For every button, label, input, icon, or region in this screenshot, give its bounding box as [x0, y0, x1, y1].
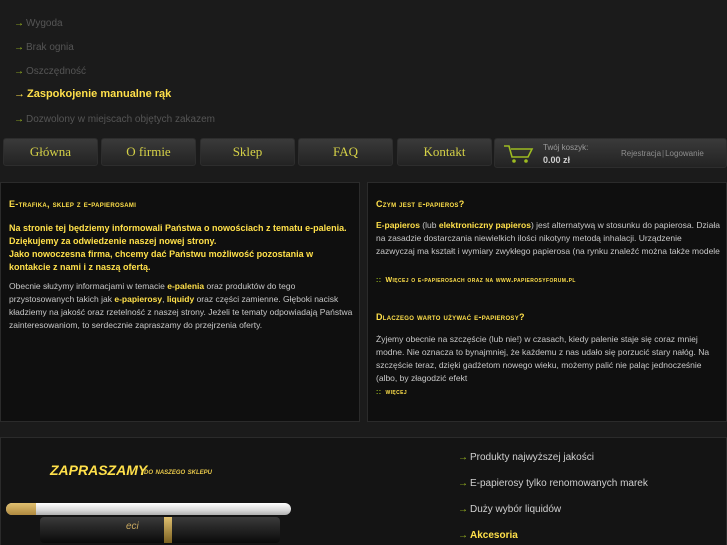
- intro-body-keyword: e-palenia: [167, 281, 205, 291]
- feature-item[interactable]: → Brak ognia: [14, 42, 74, 53]
- benefit-item[interactable]: → Akcesoria: [458, 530, 518, 541]
- intro-lead-2: Jako nowoczesna firma, chcemy dać Państw…: [9, 249, 314, 272]
- arrow-icon: →: [458, 504, 468, 515]
- nav-contact[interactable]: Kontakt: [397, 138, 492, 166]
- q1-keyword: elektroniczny papieros: [438, 220, 531, 230]
- arrow-icon: →: [14, 114, 24, 125]
- arrow-icon: →: [14, 88, 25, 100]
- arrow-icon: →: [14, 18, 24, 29]
- intro-lead-1: Na stronie tej będziemy informowali Pańs…: [9, 223, 347, 246]
- intro-body-keyword: liquidy: [166, 294, 195, 304]
- nav-home[interactable]: Główna: [3, 138, 98, 166]
- benefit-label: Akcesoria: [470, 530, 518, 541]
- cart-icon[interactable]: [503, 144, 535, 164]
- arrow-icon: →: [458, 530, 468, 541]
- benefit-label: Produkty najwyższej jakości: [470, 452, 594, 463]
- q2-more-link[interactable]: :: więcej: [376, 389, 407, 396]
- promo-title: ZAPRASZAMY: [50, 462, 148, 478]
- dots-icon: ::: [376, 277, 382, 284]
- q1-text: E-papieros (lub elektroniczny papieros) …: [376, 219, 721, 258]
- benefit-item[interactable]: → Produkty najwyższej jakości: [458, 452, 594, 463]
- benefit-label: E-papierosy tylko renomowanych marek: [470, 478, 648, 489]
- e-cigarette-image: [6, 503, 291, 515]
- feature-item[interactable]: → Oszczędność: [14, 66, 86, 77]
- q1-keyword: E-papieros: [376, 220, 420, 230]
- q1-more-label: Więcej o e-papierosach oraz na www.papie…: [385, 277, 576, 284]
- feature-label: Brak ognia: [26, 42, 74, 53]
- q2-text: Żyjemy obecnie na szczęście (lub nie!) w…: [376, 334, 710, 383]
- benefit-item[interactable]: → E-papierosy tylko renomowanych marek: [458, 478, 648, 489]
- nav-about[interactable]: O firmie: [101, 138, 196, 166]
- dots-icon: ::: [376, 389, 382, 396]
- q1-title: Czym jest e-papieros?: [376, 199, 465, 209]
- feature-item[interactable]: → Dozwolony w miejscach objętych zakazem: [14, 114, 215, 125]
- q2-more-label: więcej: [385, 389, 408, 396]
- e-cigarette-ring: [164, 517, 172, 543]
- promo-subtitle: do naszego sklepu: [144, 466, 213, 476]
- e-cigarette-tip: [6, 503, 36, 515]
- intro-title: E-trafika, sklep z e-papierosami: [9, 199, 137, 209]
- arrow-icon: →: [14, 42, 24, 53]
- feature-label: Oszczędność: [26, 66, 87, 77]
- intro-body-keyword: e-papierosy: [114, 294, 163, 304]
- feature-item[interactable]: → Wygoda: [14, 18, 63, 29]
- arrow-icon: →: [14, 66, 24, 77]
- register-link[interactable]: Rejestracja: [621, 149, 661, 158]
- feature-label: Zaspokojenie manualne rąk: [27, 88, 172, 100]
- benefit-item[interactable]: → Duży wybór liquidów: [458, 504, 561, 515]
- cart-total: 0.00 zł: [543, 155, 571, 165]
- feature-item-active[interactable]: → Zaspokojenie manualne rąk: [14, 88, 171, 100]
- q1-more-link[interactable]: :: Więcej o e-papierosach oraz na www.pap…: [376, 277, 576, 284]
- product-label: eci: [126, 521, 139, 532]
- intro-lead: Na stronie tej będziemy informowali Pańs…: [9, 222, 354, 274]
- faq-panel: [367, 182, 727, 422]
- e-cigarette-black-image: eci: [40, 517, 280, 543]
- nav-shop[interactable]: Sklep: [200, 138, 295, 166]
- q2-title: Dlaczego warto używać e-papierosy?: [376, 312, 525, 322]
- q1-text-part: (lub: [419, 220, 439, 230]
- cart-label: Twój koszyk:: [543, 143, 589, 152]
- arrow-icon: →: [458, 478, 468, 489]
- intro-body-text: Obecnie służymy informacjami w temacie: [9, 281, 168, 291]
- benefit-label: Duży wybór liquidów: [470, 504, 562, 515]
- intro-body: Obecnie służymy informacjami w temacie e…: [9, 280, 354, 332]
- auth-separator: |: [662, 149, 665, 158]
- auth-links: Rejestracja|Logowanie: [621, 149, 704, 158]
- login-link[interactable]: Logowanie: [665, 149, 704, 158]
- feature-label: Wygoda: [26, 18, 63, 29]
- feature-label: Dozwolony w miejscach objętych zakazem: [26, 114, 215, 125]
- arrow-icon: →: [458, 452, 468, 463]
- cart-box: Twój koszyk: 0.00 zł Rejestracja|Logowan…: [494, 138, 727, 168]
- nav-faq[interactable]: FAQ: [298, 138, 393, 166]
